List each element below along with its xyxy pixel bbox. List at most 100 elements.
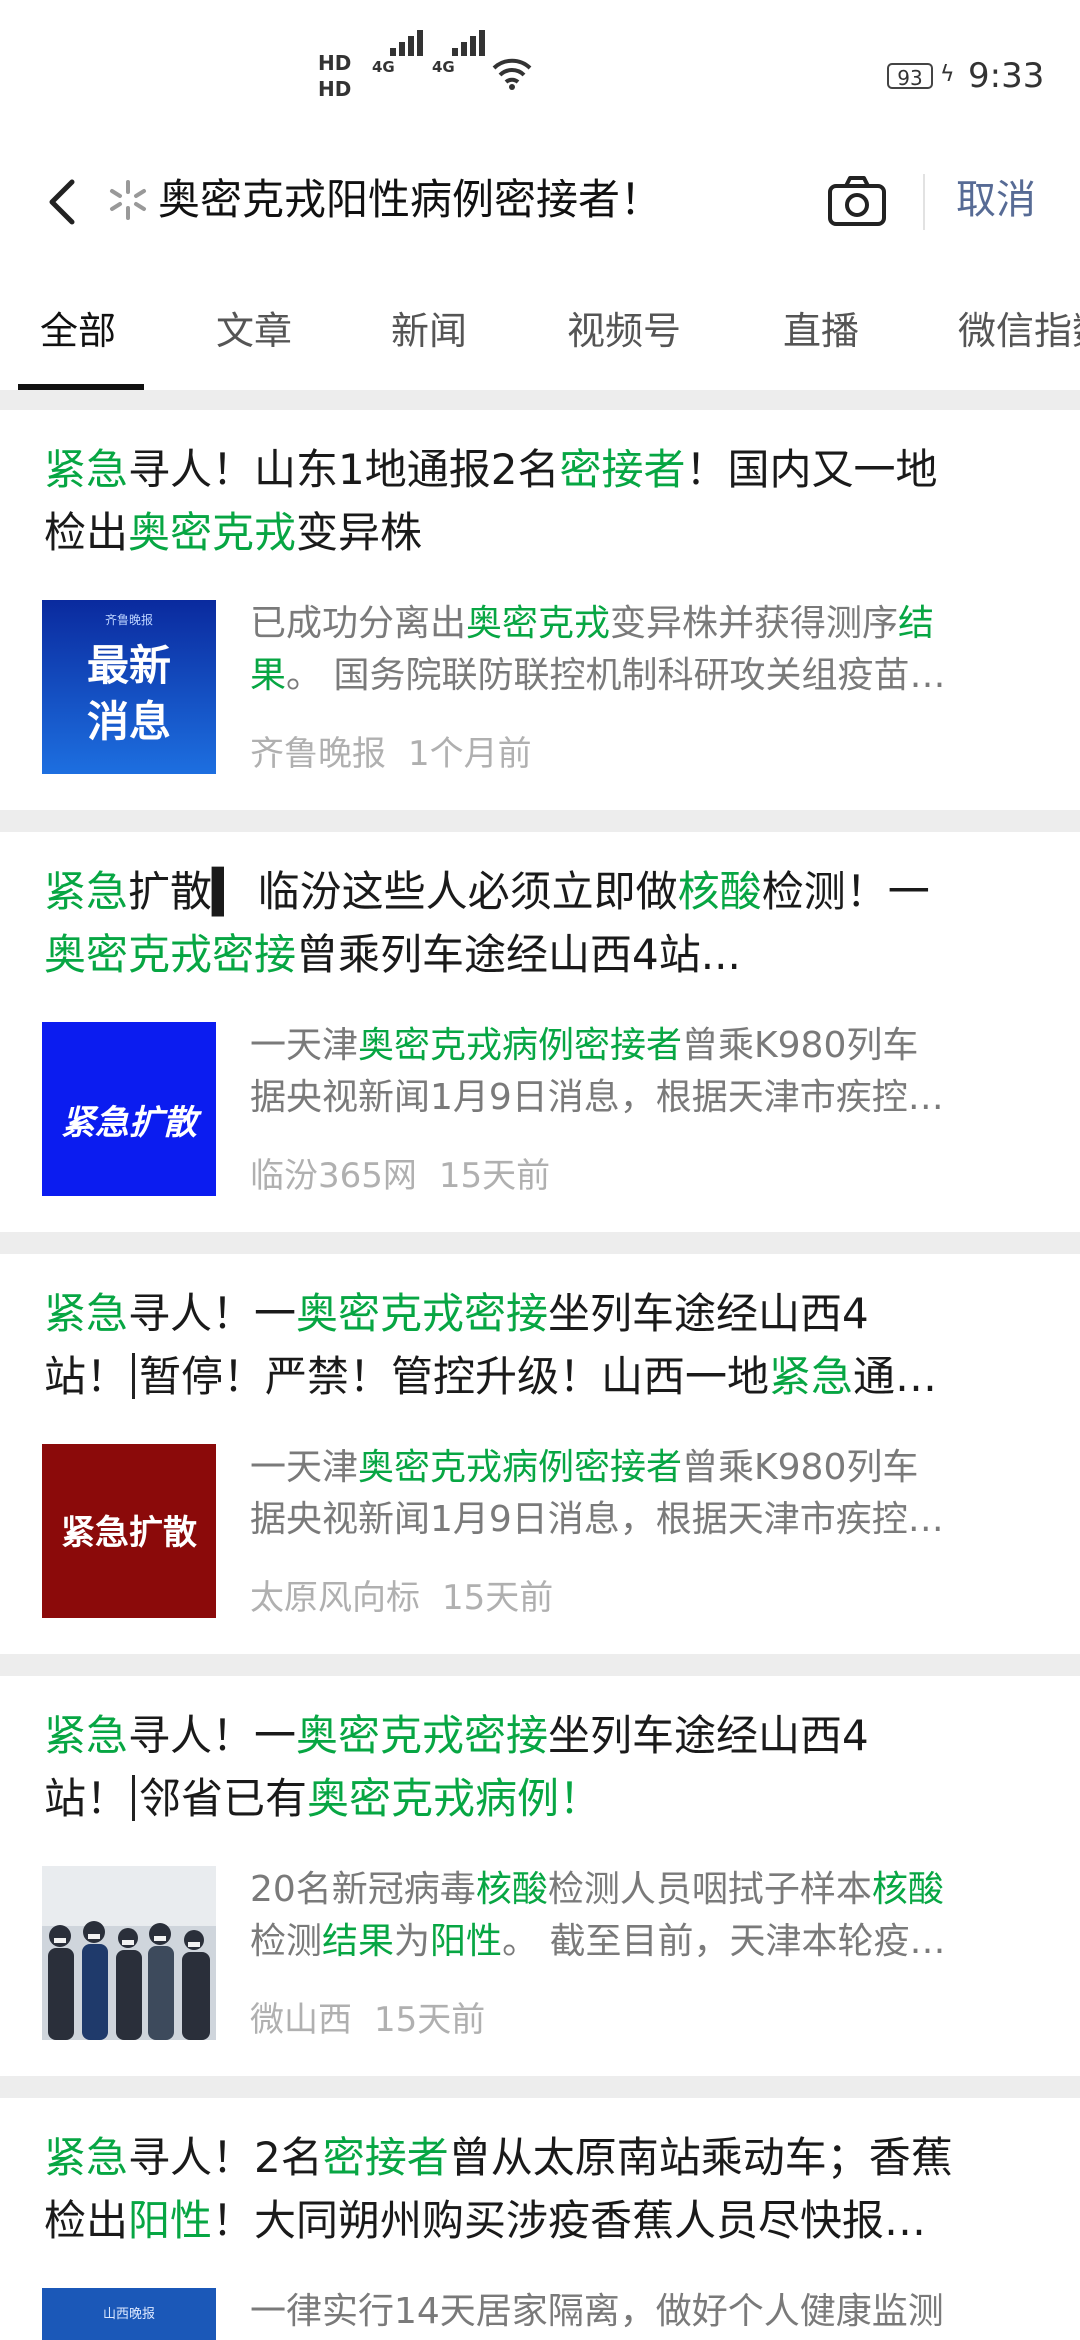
keyword-highlight: 奥密克戎密接 [296,1289,549,1338]
result-card[interactable]: 紧急寻人！一奥密克戎密接坐列车途经山西4 站！ 暂停！严禁！管控升级！山西一地紧急… [0,1254,1080,1654]
text-segment: 一天津 [250,1025,359,1066]
result-card[interactable]: 紧急寻人！山东1地通报2名密接者！国内又一地 检出奥密克戎变异株 齐鲁晚报 最新… [0,410,1080,810]
title-line: 紧急扩散▍ 临汾这些人必须立即做核酸检测！一 [44,860,1034,923]
header-divider [923,174,925,230]
title-line: 紧急寻人！山东1地通报2名密接者！国内又一地 [44,438,1034,501]
text-segment: 检测人员咽拭子样本 [547,1869,872,1910]
result-title[interactable]: 紧急寻人！一奥密克戎密接坐列车途经山西4 站！ 邻省已有奥密克戎病例！ [44,1704,1034,1830]
result-title[interactable]: 紧急寻人！2名密接者曾从太原南站乘动车；香蕉 检出阳性！大同朔州购买涉疫香蕉人员… [44,2126,1034,2252]
text-segment: 暂停！严禁！管控升级！山西一地 [139,1352,770,1401]
keyword-highlight: 紧急 [44,445,129,494]
text-segment: 。 截至目前，天津本轮疫… [502,1921,946,1962]
camera-icon[interactable] [826,170,888,232]
result-card[interactable]: 紧急寻人！一奥密克戎密接坐列车途经山西4 站！ 邻省已有奥密克戎病例！ 20名新冠… [0,1676,1080,2076]
result-title[interactable]: 紧急扩散▍ 临汾这些人必须立即做核酸检测！一 奥密克戎密接曾乘列车途经山西4站.… [44,860,1034,986]
text-segment: 检测 [250,1921,323,1962]
keyword-highlight: 奥密克戎 [128,508,297,557]
keyword-highlight: 奥密克戎 [466,603,611,644]
title-line: 站！ 邻省已有奥密克戎病例！ [44,1767,1034,1830]
text-segment: 检测！一 [761,867,930,916]
snippet-line: 果。 国务院联防联控机制科研攻关组疫苗… [250,650,1030,702]
tab-channels[interactable]: 视频号 [567,300,681,355]
text-segment: 变异株 [296,508,423,557]
wifi-icon [492,58,532,90]
text-segment: 曾乘列车途经山西4站... [296,930,741,979]
keyword-highlight: 紧急 [44,2133,129,2182]
text-segment: 一天津 [250,1447,359,1488]
keyword-highlight: 奥密克戎病例！ [307,1774,602,1823]
text-segment: 邻省已有 [139,1774,308,1823]
result-thumbnail: 紧急扩散 [42,1444,216,1618]
result-meta: 临汾365网 15天前 [250,1148,550,1197]
crowd-photo-icon [42,1866,216,2040]
title-line: 站！ 暂停！严禁！管控升级！山西一地紧急通… [44,1345,1034,1408]
text-segment: 据央视新闻1月9日消息，根据天津市疾控… [250,1077,944,1118]
source-name[interactable]: 太原风向标 [250,1578,420,1618]
thumb-text: 最新 [87,641,171,690]
result-title[interactable]: 紧急寻人！山东1地通报2名密接者！国内又一地 检出奥密克戎变异株 [44,438,1034,564]
back-arrow-icon[interactable] [36,172,96,232]
tab-news[interactable]: 新闻 [391,300,467,355]
thumb-text: 消息 [87,697,171,746]
thumb-text: 紧急扩散 [61,1103,202,1143]
network-type-1: 4G [372,58,395,76]
clock: 9:33 [968,56,1045,96]
text-segment: 一律实行14天居家隔离，做好个人健康监测 [250,2291,944,2332]
keyword-highlight: 紧急 [44,1289,129,1338]
hd-label-1: HD [318,51,352,75]
snippet-line: 20名新冠病毒核酸检测人员咽拭子样本核酸 [250,1864,1030,1916]
text-segment: 曾从太原南站乘动车；香蕉 [448,2133,953,2182]
thumb-text: 紧急扩散 [61,1513,197,1553]
result-card[interactable]: 紧急寻人！2名密接者曾从太原南站乘动车；香蕉 检出阳性！大同朔州购买涉疫香蕉人员… [0,2098,1080,2340]
status-bar: HD HD 4G 4G 93 ϟ 9:33 [0,0,1080,150]
keyword-highlight: 果 [250,655,287,696]
result-snippet: 已成功分离出奥密克戎变异株并获得测序结 果。 国务院联防联控机制科研攻关组疫苗… [250,598,1030,702]
snippet-line: 一天津奥密克戎病例密接者曾乘K980列车 [250,1442,1030,1494]
result-thumbnail: 紧急扩散 [42,1022,216,1196]
source-name[interactable]: 齐鲁晚报 [250,734,386,774]
hd-indicator: HD HD [318,50,351,102]
keyword-highlight: 核酸 [871,1869,944,1910]
result-meta: 微山西 15天前 [250,1992,485,2041]
keyword-highlight: 紧急 [769,1352,854,1401]
text-segment: 寻人！一 [128,1711,297,1760]
text-segment: ！国内又一地 [685,445,938,494]
snippet-line: 据央视新闻1月9日消息，根据天津市疾控… [250,1072,1030,1124]
result-meta: 太原风向标 15天前 [250,1570,553,1619]
source-name[interactable]: 微山西 [250,2000,352,2040]
title-line: 奥密克戎密接曾乘列车途经山西4站... [44,923,1034,986]
publish-time: 15天前 [374,2000,486,2040]
thumb-tag: 齐鲁晚报 [105,612,153,627]
text-segment: 检出 [44,508,129,557]
search-input[interactable]: 奥密克戎阳性病例密接者！ [158,168,818,232]
publish-time: 15天前 [438,1156,551,1196]
keyword-highlight: 奥密克戎密接 [296,1711,549,1760]
tab-all[interactable]: 全部 [40,300,116,355]
filter-tabs: 全部 文章 新闻 视频号 直播 微信指数 [0,260,1080,390]
result-meta: 齐鲁晚报 1个月前 [250,726,532,775]
text-segment: 坐列车途经山西4 [548,1711,869,1760]
keyword-highlight: 密接者 [322,2133,449,2182]
source-name[interactable]: 临汾365网 [250,1156,417,1196]
tab-wechat-index[interactable]: 微信指数 [958,300,1080,355]
title-line: 紧急寻人！一奥密克戎密接坐列车途经山西4 [44,1282,1034,1345]
tab-live[interactable]: 直播 [783,300,859,355]
result-snippet: 一天津奥密克戎病例密接者曾乘K980列车 据央视新闻1月9日消息，根据天津市疾控… [250,1442,1030,1546]
keyword-highlight: 核酸 [677,867,762,916]
title-line: 检出奥密克戎变异株 [44,501,1034,564]
result-thumbnail [42,1866,216,2040]
keyword-highlight: 核酸 [475,1869,548,1910]
publish-time: 15天前 [442,1578,554,1618]
snippet-line: 一律实行14天居家隔离，做好个人健康监测 [250,2286,1030,2338]
keyword-highlight: 结果 [322,1921,395,1962]
text-segment: ！大同朔州购买涉疫香蕉人员尽快报… [212,2196,927,2245]
title-line: 检出阳性！大同朔州购买涉疫香蕉人员尽快报… [44,2189,1034,2252]
tab-articles[interactable]: 文章 [216,300,292,355]
cancel-button[interactable]: 取消 [956,168,1036,232]
keyword-highlight: 奥密克戎病例密接者 [358,1025,683,1066]
snippet-line: 已成功分离出奥密克戎变异株并获得测序结 [250,598,1030,650]
result-snippet: 20名新冠病毒核酸检测人员咽拭子样本核酸 检测结果为阳性。 截至目前，天津本轮疫… [250,1864,1030,1968]
result-card[interactable]: 紧急扩散▍ 临汾这些人必须立即做核酸检测！一 奥密克戎密接曾乘列车途经山西4站.… [0,832,1080,1232]
text-segment: 寻人！一 [128,1289,297,1338]
result-title[interactable]: 紧急寻人！一奥密克戎密接坐列车途经山西4 站！ 暂停！严禁！管控升级！山西一地紧急… [44,1282,1034,1408]
